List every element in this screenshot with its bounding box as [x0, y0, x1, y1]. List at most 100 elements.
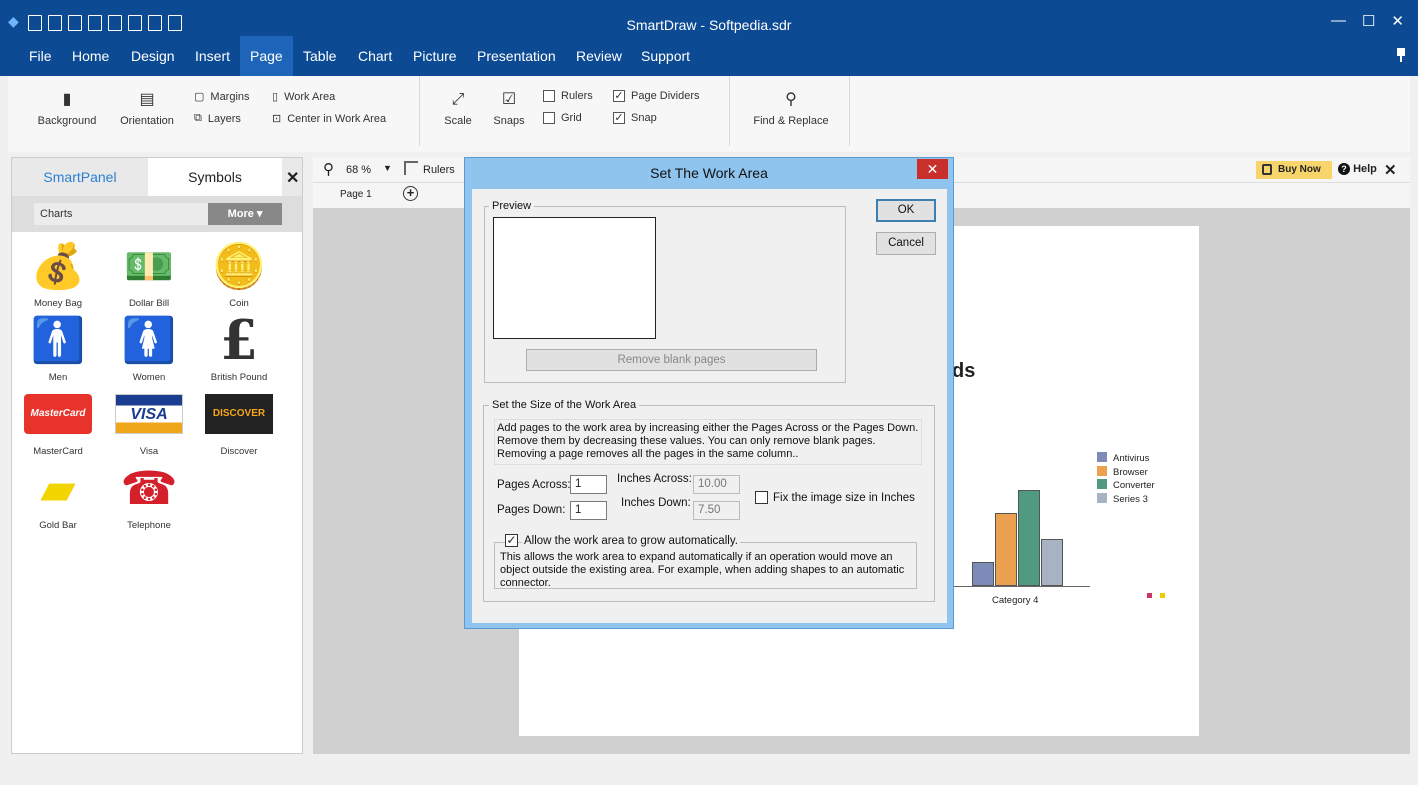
snaps-button[interactable]: ☑ Snaps — [489, 91, 529, 127]
page-dividers-checkbox[interactable]: ✓ Page Dividers — [613, 90, 699, 102]
dialog-body: Preview Remove blank pages OK Cancel Set… — [472, 189, 947, 623]
menu-review[interactable]: Review — [566, 36, 632, 76]
buy-now-button[interactable]: Buy Now — [1256, 161, 1332, 179]
symbol-label: Dollar Bill — [128, 298, 170, 309]
zoom-level[interactable]: 68 % — [346, 164, 371, 176]
document-icon: ▮ — [62, 91, 72, 108]
menu-support[interactable]: Support — [631, 36, 700, 76]
more-button[interactable]: More ▾ — [208, 203, 282, 225]
symbol-money-bag[interactable]: 💰 Money Bag — [18, 236, 98, 309]
cancel-button[interactable]: Cancel — [876, 232, 936, 255]
fix-image-size-label[interactable]: Fix the image size in Inches — [773, 492, 915, 504]
work-area-button[interactable]: ▯ Work Area — [272, 90, 336, 104]
margins-button[interactable]: ▢ Margins — [194, 90, 250, 104]
chart-bar-converter[interactable] — [1018, 490, 1040, 586]
grid-checkbox[interactable]: Grid — [543, 112, 582, 124]
scale-icon: ⤢ — [451, 91, 465, 108]
remove-blank-pages-button[interactable]: Remove blank pages — [526, 349, 817, 371]
allow-grow-checkbox[interactable]: ✓ — [505, 534, 518, 547]
orientation-label: Orientation — [120, 115, 174, 127]
chart-handle-icon[interactable] — [1147, 593, 1152, 598]
orientation-button[interactable]: ▤ Orientation — [116, 91, 178, 127]
symbol-discover[interactable]: DISCOVER Discover — [199, 384, 279, 457]
pin-ribbon-icon[interactable] — [1396, 48, 1406, 62]
menu-home[interactable]: Home — [62, 36, 119, 76]
legend-swatch — [1097, 479, 1107, 489]
center-label: Center in Work Area — [287, 112, 387, 125]
menu-bar: File Home Design Insert Page Table Chart… — [0, 36, 1418, 76]
set-work-area-dialog: Set The Work Area ✕ Preview Remove blank… — [464, 157, 954, 629]
work-area-label: Work Area — [284, 90, 336, 103]
inches-down-input[interactable]: 7.50 — [693, 501, 740, 520]
zoom-dropdown-icon[interactable]: ▼ — [383, 163, 392, 173]
coin-icon: 🪙 — [211, 242, 267, 291]
symbol-mastercard[interactable]: MasterCard MasterCard — [18, 384, 98, 457]
chart-bar-antivirus[interactable] — [972, 562, 994, 586]
close-panel-button[interactable]: ✕ — [286, 168, 299, 188]
snap-checkbox[interactable]: ✓ Snap — [613, 112, 657, 124]
zoom-icon[interactable]: ⚲ — [323, 160, 334, 178]
add-page-icon[interactable]: + — [403, 186, 418, 201]
pages-across-input[interactable]: 1 — [570, 475, 607, 494]
find-replace-button[interactable]: ⚲ Find & Replace — [750, 91, 832, 127]
pages-down-input[interactable]: 1 — [570, 501, 607, 520]
rulers-checkbox[interactable]: Rulers — [543, 90, 593, 102]
menu-page[interactable]: Page — [240, 36, 293, 76]
dialog-close-button[interactable]: ✕ — [917, 159, 948, 179]
minimize-button[interactable]: — — [1331, 12, 1346, 30]
menu-design[interactable]: Design — [121, 36, 185, 76]
snap-checkbox-box[interactable]: ✓ — [613, 112, 625, 124]
chart-bar-series-3[interactable] — [1041, 539, 1063, 586]
canvas-rulers-label[interactable]: Rulers — [423, 164, 455, 176]
menu-picture[interactable]: Picture — [403, 36, 467, 76]
scale-button[interactable]: ⤢ Scale — [438, 91, 478, 127]
inches-across-label: Inches Across: — [617, 473, 692, 485]
fix-image-size-checkbox[interactable] — [755, 491, 768, 504]
background-button[interactable]: ▮ Background — [34, 91, 100, 127]
symbol-dollar-bill[interactable]: 💵 Dollar Bill — [109, 236, 189, 310]
tab-symbols[interactable]: Symbols — [148, 158, 282, 196]
ribbon-separator — [419, 76, 420, 146]
scale-label: Scale — [444, 115, 472, 127]
tab-smartpanel[interactable]: SmartPanel — [12, 158, 148, 196]
allow-grow-label[interactable]: Allow the work area to grow automaticall… — [522, 535, 740, 547]
library-category-field[interactable]: Charts — [34, 203, 208, 225]
legend-swatch — [1097, 492, 1107, 503]
menu-table[interactable]: Table — [293, 36, 346, 76]
inches-across-input[interactable]: 10.00 — [693, 475, 740, 494]
center-in-work-area-button[interactable]: ⊡ Center in Work Area — [272, 112, 387, 126]
grid-checkbox-box[interactable] — [543, 112, 555, 124]
symbol-visa[interactable]: VISA Visa — [109, 384, 189, 457]
page-tab[interactable]: Page 1 — [340, 189, 372, 200]
layers-button[interactable]: ⧉ Layers — [194, 112, 241, 125]
money-bag-icon: 💰 — [30, 242, 86, 291]
snap-label: Snap — [631, 112, 657, 124]
menu-chart[interactable]: Chart — [348, 36, 402, 76]
symbol-label: British Pound — [210, 372, 268, 383]
mastercard-icon: MasterCard — [23, 384, 93, 444]
symbol-label: Men — [48, 372, 68, 383]
maximize-button[interactable]: ☐ — [1362, 12, 1375, 30]
symbol-coin[interactable]: 🪙 Coin — [199, 236, 279, 309]
layers-icon: ⧉ — [194, 112, 202, 124]
chart-legend: Antivirus Browser Converter Series 3 — [1097, 452, 1155, 506]
pound-icon: £ — [220, 308, 258, 372]
symbol-gold-bar[interactable]: ▰ Gold Bar — [18, 458, 98, 531]
chart-bar-browser[interactable] — [995, 513, 1017, 586]
chart-handle-icon[interactable] — [1160, 593, 1165, 598]
menu-file[interactable]: File — [19, 36, 62, 76]
title-bar: ◆ SmartDraw - Softpedia.sdr — ☐ ✕ — [0, 0, 1418, 40]
page-dividers-checkbox-box[interactable]: ✓ — [613, 90, 625, 102]
menu-presentation[interactable]: Presentation — [467, 36, 566, 76]
close-button[interactable]: ✕ — [1391, 12, 1404, 30]
close-canvas-button[interactable]: ✕ — [1384, 161, 1397, 179]
rulers-checkbox-box[interactable] — [543, 90, 555, 102]
help-button[interactable]: ? Help — [1338, 163, 1377, 175]
page-dividers-label: Page Dividers — [631, 90, 700, 102]
menu-insert[interactable]: Insert — [185, 36, 240, 76]
symbol-women[interactable]: 🚺 Women — [109, 310, 189, 383]
ok-button[interactable]: OK — [876, 199, 936, 222]
symbol-british-pound[interactable]: £ British Pound — [199, 308, 279, 383]
symbol-men[interactable]: 🚹 Men — [18, 310, 98, 383]
symbol-telephone[interactable]: ☎ Telephone — [109, 458, 189, 531]
